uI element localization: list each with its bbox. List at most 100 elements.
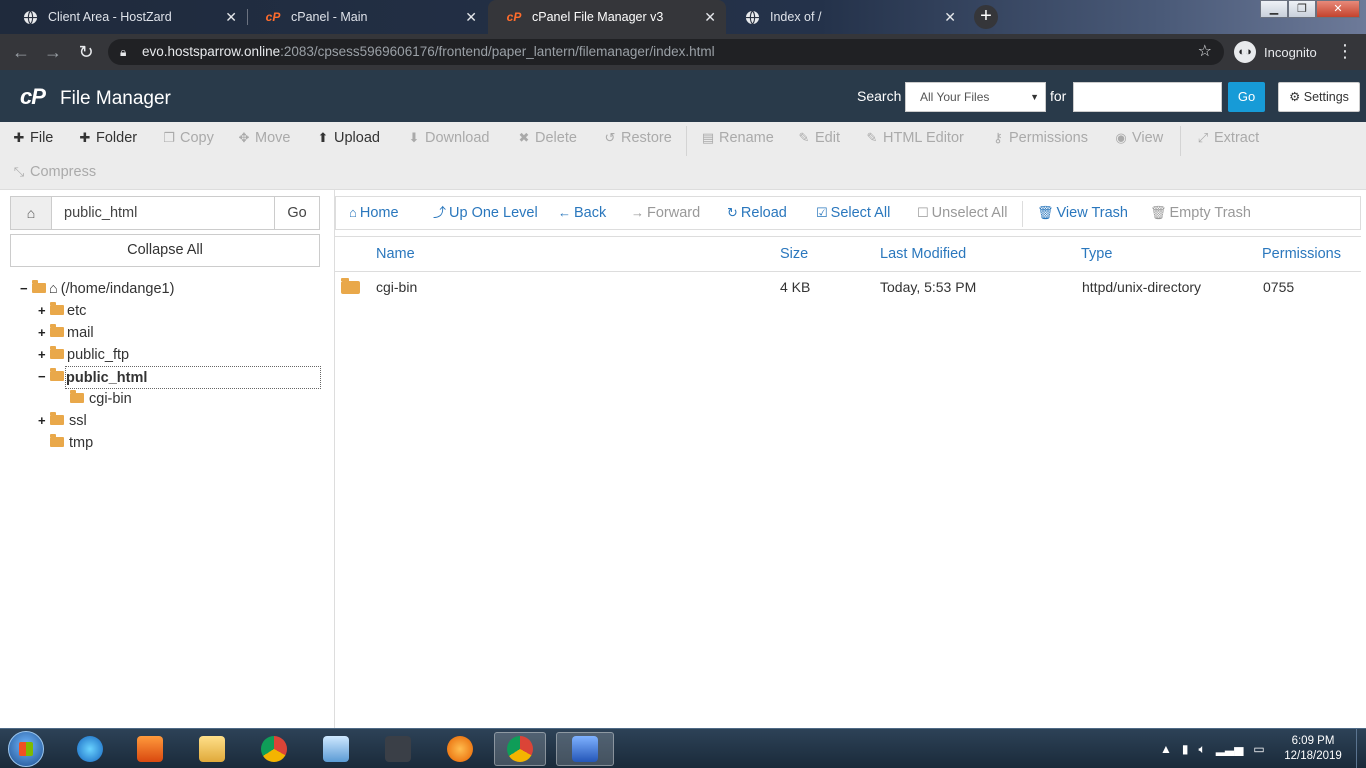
search-go-button[interactable]: Go	[1228, 82, 1265, 112]
start-button[interactable]	[8, 731, 44, 767]
file-explorer-icon[interactable]	[186, 732, 238, 766]
tree-node-label: public_ftp	[67, 347, 130, 363]
incognito-label: Incognito	[1264, 44, 1317, 60]
expand-toggle-icon[interactable]: +	[38, 344, 48, 366]
collapse-toggle-icon[interactable]: −	[38, 366, 48, 388]
new-tab-button[interactable]: +	[974, 5, 998, 29]
compress-button[interactable]: ⤡ Compress	[12, 157, 96, 187]
column-header-type[interactable]: Type	[1081, 237, 1112, 271]
browser-menu-icon[interactable]: ⋮	[1336, 41, 1354, 62]
tree-node-ssl[interactable]: + ssl	[38, 410, 87, 432]
edit-button[interactable]: ✎ Edit	[797, 123, 840, 153]
html-editor-button[interactable]: ✎ HTML Editor	[865, 123, 964, 153]
url-path: :2083/cpsess5969606176/frontend/paper_la…	[280, 44, 715, 59]
unselect-all-button[interactable]: ☐ Unselect All	[917, 197, 1007, 229]
clock-date: 12/18/2019	[1284, 750, 1342, 762]
expand-toggle-icon[interactable]: +	[38, 410, 48, 432]
extract-button[interactable]: ⤢ Extract	[1196, 123, 1259, 153]
new-folder-button[interactable]: ✚ Folder	[78, 123, 138, 153]
nox-icon[interactable]	[372, 732, 424, 766]
tree-node-public-ftp[interactable]: + public_ftp	[38, 344, 129, 366]
tree-node-etc[interactable]: + etc	[38, 300, 86, 322]
tree-node-home[interactable]: − ⌂ (/home/indange1)	[20, 278, 174, 300]
collapse-all-button[interactable]: Collapse All	[10, 234, 320, 267]
delete-button[interactable]: ✖ Delete	[517, 123, 577, 153]
tree-node-cgi-bin[interactable]: cgi-bin	[58, 388, 132, 410]
close-tab-icon[interactable]: ✕	[465, 9, 477, 26]
battery-icon[interactable]: ▮	[1182, 742, 1189, 756]
maximize-button[interactable]: ❐	[1288, 0, 1316, 18]
tab-file-manager[interactable]: cP cPanel File Manager v3 ✕	[488, 0, 726, 34]
malwarebytes-icon[interactable]	[556, 732, 614, 766]
collapse-toggle-icon[interactable]: −	[20, 278, 30, 300]
tree-node-tmp[interactable]: tmp	[38, 432, 93, 454]
tab-index-of[interactable]: Index of / ✕	[726, 0, 966, 34]
expand-icon: ⤢	[1197, 130, 1209, 145]
reload-nav-button[interactable]: ↻ Reload	[727, 197, 787, 229]
close-window-button[interactable]: ✕	[1316, 0, 1360, 18]
new-file-button[interactable]: ✚ File	[12, 123, 54, 153]
network-icon[interactable]: ▭	[1253, 742, 1264, 756]
table-row[interactable]: cgi-bin 4 KB Today, 5:53 PM httpd/unix-d…	[335, 275, 1361, 299]
forward-arrow-icon[interactable]: →	[42, 41, 64, 63]
file-name[interactable]: cgi-bin	[376, 275, 417, 299]
tab-client-area[interactable]: Client Area - HostZard ✕	[4, 0, 247, 34]
tab-cpanel-main[interactable]: cP cPanel - Main ✕	[247, 0, 487, 34]
expand-toggle-icon[interactable]: +	[38, 300, 48, 322]
upload-button[interactable]: ⬆ Upload	[316, 123, 380, 153]
url-field[interactable]: 🔒︎ evo.hostsparrow.online:2083/cpsess596…	[108, 39, 1224, 65]
tab-title: Client Area - HostZard	[48, 10, 172, 24]
rename-button[interactable]: ▤ Rename	[701, 123, 774, 153]
back-arrow-icon[interactable]: ←	[10, 41, 32, 63]
system-clock[interactable]: 6:09 PM 12/18/2019	[1282, 734, 1344, 764]
tray-expand-icon[interactable]: ▲	[1160, 742, 1172, 756]
search-scope-select[interactable]: All Your Files ▼	[905, 82, 1046, 112]
forward-nav-button[interactable]: → Forward	[631, 197, 700, 229]
chrome-icon[interactable]	[248, 732, 300, 766]
column-header-last-modified[interactable]: Last Modified	[880, 237, 966, 271]
empty-trash-button[interactable]: 🗑︎ Empty Trash	[1150, 197, 1251, 229]
minimize-button[interactable]: ▁	[1260, 0, 1288, 18]
notepad-icon[interactable]	[310, 732, 362, 766]
column-header-size[interactable]: Size	[780, 237, 808, 271]
view-button[interactable]: ◉ View	[1114, 123, 1163, 153]
up-one-level-button[interactable]: ⤴ Up One Level	[433, 197, 538, 229]
copy-button[interactable]: ❐ Copy	[162, 123, 214, 153]
close-tab-icon[interactable]: ✕	[944, 9, 956, 26]
column-header-name[interactable]: Name	[376, 237, 415, 271]
tree-node-public-html[interactable]: public_html	[65, 366, 321, 389]
download-button[interactable]: ⬇ Download	[407, 123, 490, 153]
view-trash-button[interactable]: 🗑︎ View Trash	[1037, 197, 1128, 229]
home-icon[interactable]: ⌂	[11, 197, 52, 229]
expand-toggle-icon[interactable]: +	[38, 322, 48, 344]
path-go-button[interactable]: Go	[274, 197, 319, 229]
folder-icon	[50, 434, 64, 447]
search-input[interactable]	[1073, 82, 1222, 112]
incognito-indicator[interactable]: ◐◑ Incognito	[1234, 39, 1317, 65]
signal-icon[interactable]: ▂▃▅	[1216, 742, 1244, 756]
close-tab-icon[interactable]: ✕	[704, 9, 716, 26]
select-all-button[interactable]: ☑ Select All	[816, 197, 890, 229]
close-tab-icon[interactable]: ✕	[225, 9, 237, 26]
delete-icon: ✖	[518, 130, 530, 145]
settings-button[interactable]: ⚙ Settings	[1278, 82, 1360, 112]
internet-explorer-icon[interactable]	[64, 732, 116, 766]
restore-button[interactable]: ↺ Restore	[603, 123, 672, 153]
firefox-icon[interactable]	[434, 732, 486, 766]
show-desktop-button[interactable]	[1356, 729, 1366, 768]
path-input[interactable]: public_html	[64, 197, 137, 229]
bookmark-star-icon[interactable]: ☆	[1198, 39, 1212, 65]
home-nav-button[interactable]: ⌂ Home	[349, 197, 399, 229]
cpanel-logo[interactable]: cP	[20, 84, 46, 110]
tree-node-mail[interactable]: + mail	[38, 322, 94, 344]
volume-icon[interactable]: 🔈︎	[1199, 742, 1206, 757]
empty-trash-label: Empty Trash	[1169, 205, 1251, 221]
permissions-button[interactable]: ⚷ Permissions	[991, 123, 1088, 153]
column-header-permissions[interactable]: Permissions	[1262, 237, 1341, 271]
back-nav-button[interactable]: ← Back	[558, 197, 606, 229]
chrome-icon[interactable]	[494, 732, 546, 766]
lock-icon: 🔒︎	[120, 45, 127, 59]
media-player-icon[interactable]	[124, 732, 176, 766]
move-button[interactable]: ✥ Move	[237, 123, 291, 153]
reload-icon[interactable]: ↻	[75, 41, 97, 63]
